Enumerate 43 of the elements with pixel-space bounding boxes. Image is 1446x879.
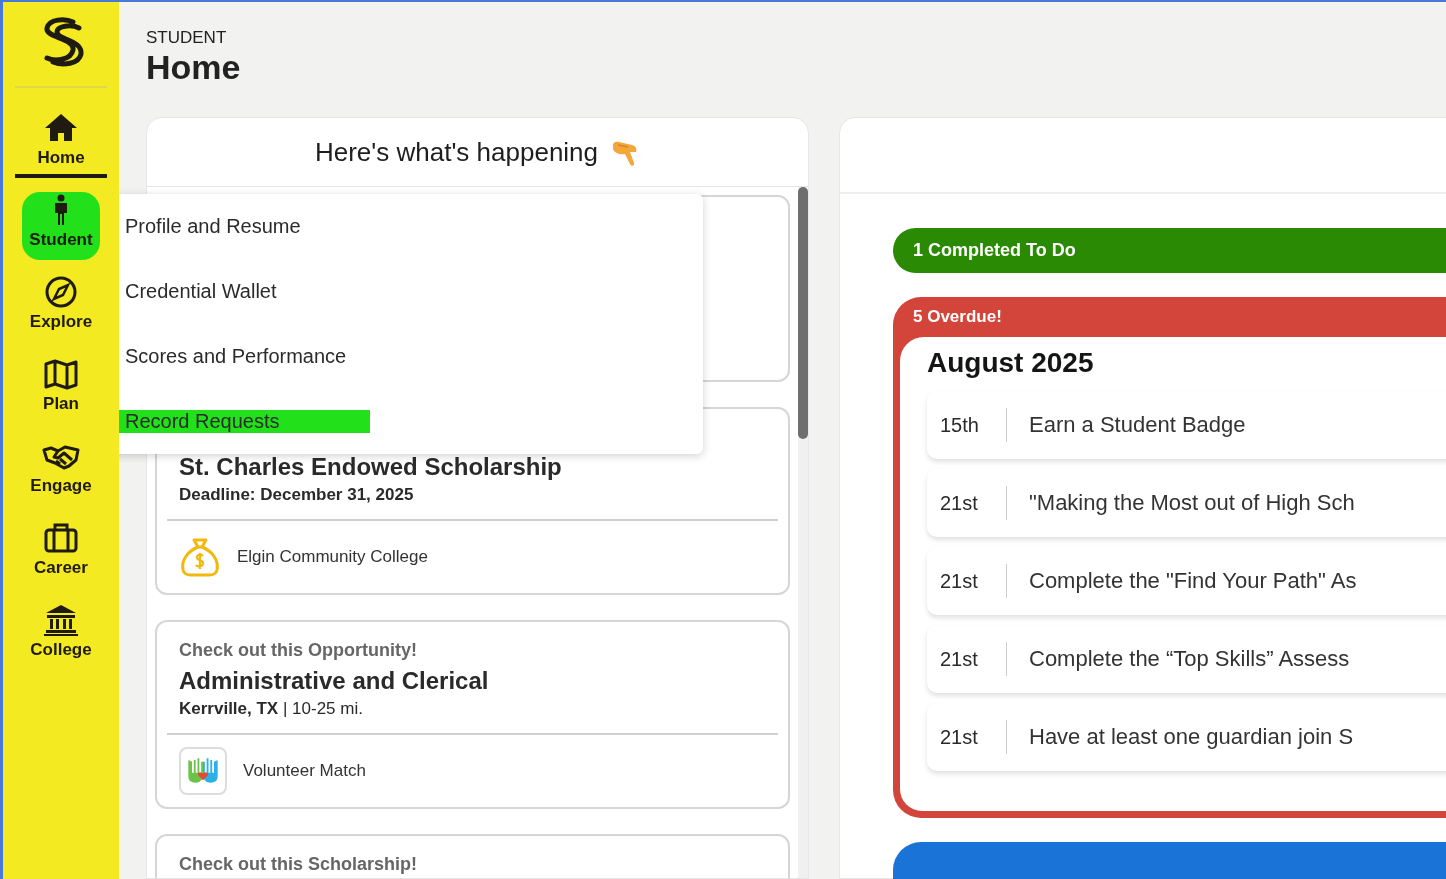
todo-date: 21st (939, 647, 979, 671)
todo-row[interactable]: 21st Complete the "Find Your Path" As (927, 547, 1446, 615)
month-heading: August 2025 (927, 347, 1095, 379)
source-name: Elgin Community College (237, 547, 428, 567)
todo-row[interactable]: 21st Have at least one guardian join S (927, 703, 1446, 771)
todo-text: Complete the “Top Skills” Assess (1029, 646, 1350, 672)
todo-text: Earn a Student Badge (1029, 412, 1246, 438)
todo-text: Complete the "Find Your Path" As (1029, 568, 1357, 594)
todo-row[interactable]: 21st "Making the Most out of High Sch (927, 469, 1446, 537)
todo-row[interactable]: 21st Complete the “Top Skills” Assess (927, 625, 1446, 693)
nav-item[interactable]: College (15, 602, 107, 670)
nav-item[interactable]: Career (15, 520, 107, 588)
menu-item[interactable]: Credential Wallet (119, 280, 283, 303)
nav-item[interactable]: Explore (15, 274, 107, 342)
card-title: Administrative and Clerical (179, 667, 490, 695)
todo-date: 15th (939, 413, 980, 437)
menu-item[interactable]: Record Requests (119, 410, 370, 433)
overdue-label: 5 Overdue! (912, 306, 1003, 328)
page-title: Home (146, 48, 242, 87)
todo-date: 21st (939, 569, 979, 593)
money-bag-icon (179, 536, 221, 578)
card-detail: Kerrville, TX | 10-25 mi. (179, 699, 364, 719)
todo-text: "Making the Most out of High Sch (1029, 490, 1355, 516)
card-label: Check out this Scholarship! (179, 854, 419, 875)
section-label: STUDENT (146, 28, 228, 48)
card-detail: Deadline: December 31, 2025 (179, 485, 415, 505)
completed-banner[interactable]: 1 Completed To Do (893, 228, 1446, 273)
nav-item[interactable]: Plan (15, 356, 107, 424)
nav-item[interactable]: Student (22, 192, 100, 260)
scrollbar[interactable] (798, 187, 808, 878)
nav-item[interactable]: Home (15, 110, 107, 178)
card-label: Check out this Opportunity! (179, 640, 418, 661)
source-name: Volunteer Match (243, 761, 366, 781)
todo-text: Have at least one guardian join S (1029, 724, 1354, 750)
menu-item[interactable]: Scores and Performance (119, 345, 353, 368)
feed-title: Here's what's happening (314, 136, 599, 168)
todo-date: 21st (939, 725, 979, 749)
menu-item[interactable]: Profile and Resume (119, 215, 307, 238)
card-title: St. Charles Endowed Scholarship (179, 453, 563, 481)
todo-row[interactable]: 15th Earn a Student Badge (927, 391, 1446, 459)
todo-date: 21st (939, 491, 979, 515)
nav-item[interactable]: Engage (15, 438, 107, 506)
bank-building-icon (42, 602, 80, 638)
